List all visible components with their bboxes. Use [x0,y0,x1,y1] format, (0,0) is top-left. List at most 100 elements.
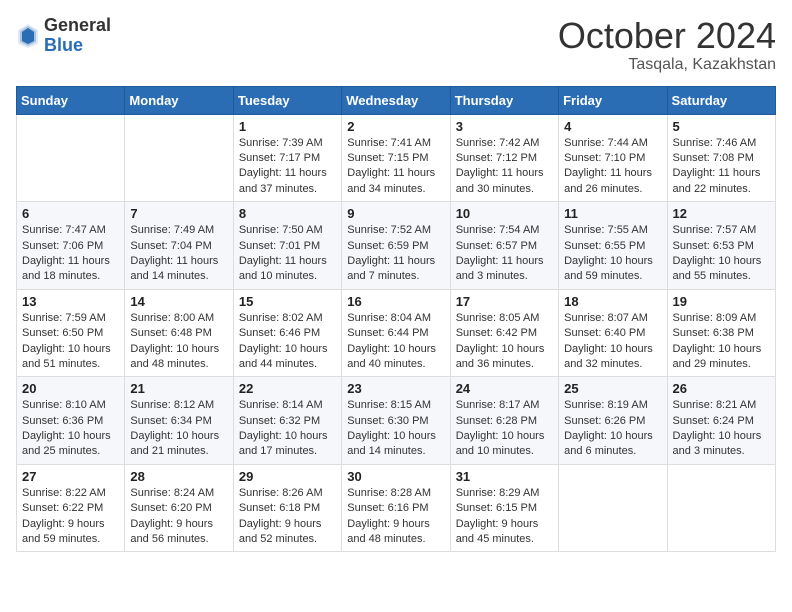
day-info: Sunrise: 7:44 AM Sunset: 7:10 PM Dayligh… [564,136,661,198]
calendar-cell: 28 Sunrise: 8:24 AM Sunset: 6:20 PM Dayli… [125,464,233,552]
day-number: 20 [22,381,119,396]
day-number: 10 [456,206,553,221]
calendar-cell: 25 Sunrise: 8:19 AM Sunset: 6:26 PM Dayli… [559,377,667,465]
day-info: Sunrise: 7:52 AM Sunset: 6:59 PM Dayligh… [347,223,444,285]
calendar-cell: 18Sunrise: 8:07 AM Sunset: 6:40 PM Dayli… [559,289,667,377]
day-number: 3 [456,119,553,134]
calendar-cell: 23 Sunrise: 8:15 AM Sunset: 6:30 PM Dayli… [342,377,450,465]
calendar-cell: 31Sunrise: 8:29 AM Sunset: 6:15 PM Dayli… [450,464,558,552]
calendar-cell: 26 Sunrise: 8:21 AM Sunset: 6:24 PM Dayli… [667,377,775,465]
day-info: Sunrise: 8:00 AM Sunset: 6:48 PM Dayligh… [130,311,227,373]
day-info: Sunrise: 8:21 AM Sunset: 6:24 PM Dayligh… [673,398,770,460]
calendar-cell: 20 Sunrise: 8:10 AM Sunset: 6:36 PM Dayli… [17,377,125,465]
calendar-cell: 1 Sunrise: 7:39 AM Sunset: 7:17 PM Daylig… [233,114,341,202]
day-info: Sunrise: 8:15 AM Sunset: 6:30 PM Dayligh… [347,398,444,460]
calendar-cell: 29 Sunrise: 8:26 AM Sunset: 6:18 PM Dayli… [233,464,341,552]
day-number: 7 [130,206,227,221]
day-info: Sunrise: 7:41 AM Sunset: 7:15 PM Dayligh… [347,136,444,198]
day-info: Sunrise: 8:17 AM Sunset: 6:28 PM Dayligh… [456,398,553,460]
calendar-cell: 7 Sunrise: 7:49 AM Sunset: 7:04 PM Daylig… [125,202,233,290]
day-number: 5 [673,119,770,134]
day-number: 2 [347,119,444,134]
calendar-cell: 8 Sunrise: 7:50 AM Sunset: 7:01 PM Daylig… [233,202,341,290]
calendar-cell: 30Sunrise: 8:28 AM Sunset: 6:16 PM Dayli… [342,464,450,552]
weekday-header-row: SundayMondayTuesdayWednesdayThursdayFrid… [17,86,776,114]
page-header: General Blue October 2024 Tasqala, Kazak… [16,16,776,74]
day-info: Sunrise: 8:24 AM Sunset: 6:20 PM Dayligh… [130,486,227,548]
weekday-header: Friday [559,86,667,114]
calendar-week-row: 6 Sunrise: 7:47 AM Sunset: 7:06 PM Daylig… [17,202,776,290]
day-info: Sunrise: 8:09 AM Sunset: 6:38 PM Dayligh… [673,311,770,373]
day-number: 11 [564,206,661,221]
day-number: 26 [673,381,770,396]
day-info: Sunrise: 8:04 AM Sunset: 6:44 PM Dayligh… [347,311,444,373]
calendar-cell: 22Sunrise: 8:14 AM Sunset: 6:32 PM Dayli… [233,377,341,465]
weekday-header: Wednesday [342,86,450,114]
day-number: 19 [673,294,770,309]
day-number: 25 [564,381,661,396]
day-info: Sunrise: 7:39 AM Sunset: 7:17 PM Dayligh… [239,136,336,198]
calendar-cell: 14 Sunrise: 8:00 AM Sunset: 6:48 PM Dayli… [125,289,233,377]
calendar-week-row: 27 Sunrise: 8:22 AM Sunset: 6:22 PM Dayli… [17,464,776,552]
day-info: Sunrise: 8:22 AM Sunset: 6:22 PM Dayligh… [22,486,119,548]
day-info: Sunrise: 7:49 AM Sunset: 7:04 PM Dayligh… [130,223,227,285]
month-title: October 2024 [558,16,776,56]
day-number: 9 [347,206,444,221]
title-block: October 2024 Tasqala, Kazakhstan [558,16,776,74]
day-number: 1 [239,119,336,134]
calendar-cell: 24Sunrise: 8:17 AM Sunset: 6:28 PM Dayli… [450,377,558,465]
day-info: Sunrise: 7:42 AM Sunset: 7:12 PM Dayligh… [456,136,553,198]
day-number: 23 [347,381,444,396]
weekday-header: Sunday [17,86,125,114]
day-number: 12 [673,206,770,221]
calendar-cell: 2 Sunrise: 7:41 AM Sunset: 7:15 PM Daylig… [342,114,450,202]
day-number: 29 [239,469,336,484]
calendar-cell: 27 Sunrise: 8:22 AM Sunset: 6:22 PM Dayli… [17,464,125,552]
calendar-cell: 13 Sunrise: 7:59 AM Sunset: 6:50 PM Dayli… [17,289,125,377]
calendar-cell: 9 Sunrise: 7:52 AM Sunset: 6:59 PM Daylig… [342,202,450,290]
calendar-cell: 3 Sunrise: 7:42 AM Sunset: 7:12 PM Daylig… [450,114,558,202]
day-number: 16 [347,294,444,309]
day-info: Sunrise: 8:05 AM Sunset: 6:42 PM Dayligh… [456,311,553,373]
calendar-cell: 4 Sunrise: 7:44 AM Sunset: 7:10 PM Daylig… [559,114,667,202]
calendar-week-row: 1 Sunrise: 7:39 AM Sunset: 7:17 PM Daylig… [17,114,776,202]
day-number: 6 [22,206,119,221]
calendar-cell [17,114,125,202]
day-number: 22 [239,381,336,396]
weekday-header: Tuesday [233,86,341,114]
calendar-cell: 6 Sunrise: 7:47 AM Sunset: 7:06 PM Daylig… [17,202,125,290]
day-info: Sunrise: 8:26 AM Sunset: 6:18 PM Dayligh… [239,486,336,548]
calendar-cell: 10 Sunrise: 7:54 AM Sunset: 6:57 PM Dayli… [450,202,558,290]
calendar-cell [559,464,667,552]
day-info: Sunrise: 7:57 AM Sunset: 6:53 PM Dayligh… [673,223,770,285]
day-info: Sunrise: 7:46 AM Sunset: 7:08 PM Dayligh… [673,136,770,198]
calendar-cell: 11 Sunrise: 7:55 AM Sunset: 6:55 PM Dayli… [559,202,667,290]
day-number: 4 [564,119,661,134]
calendar-table: SundayMondayTuesdayWednesdayThursdayFrid… [16,86,776,553]
weekday-header: Thursday [450,86,558,114]
calendar-cell: 19 Sunrise: 8:09 AM Sunset: 6:38 PM Dayli… [667,289,775,377]
calendar-cell: 12 Sunrise: 7:57 AM Sunset: 6:53 PM Dayli… [667,202,775,290]
day-number: 13 [22,294,119,309]
day-info: Sunrise: 8:10 AM Sunset: 6:36 PM Dayligh… [22,398,119,460]
day-info: Sunrise: 7:47 AM Sunset: 7:06 PM Dayligh… [22,223,119,285]
day-info: Sunrise: 8:19 AM Sunset: 6:26 PM Dayligh… [564,398,661,460]
logo-text: General Blue [44,16,111,56]
day-number: 17 [456,294,553,309]
day-number: 14 [130,294,227,309]
day-number: 28 [130,469,227,484]
calendar-cell: 5 Sunrise: 7:46 AM Sunset: 7:08 PM Daylig… [667,114,775,202]
day-info: Sunrise: 7:50 AM Sunset: 7:01 PM Dayligh… [239,223,336,285]
day-info: Sunrise: 7:55 AM Sunset: 6:55 PM Dayligh… [564,223,661,285]
day-number: 8 [239,206,336,221]
day-info: Sunrise: 7:54 AM Sunset: 6:57 PM Dayligh… [456,223,553,285]
weekday-header: Saturday [667,86,775,114]
day-number: 30 [347,469,444,484]
day-number: 15 [239,294,336,309]
calendar-cell: 16 Sunrise: 8:04 AM Sunset: 6:44 PM Dayli… [342,289,450,377]
day-info: Sunrise: 7:59 AM Sunset: 6:50 PM Dayligh… [22,311,119,373]
day-info: Sunrise: 8:12 AM Sunset: 6:34 PM Dayligh… [130,398,227,460]
day-number: 27 [22,469,119,484]
location: Tasqala, Kazakhstan [558,56,776,74]
weekday-header: Monday [125,86,233,114]
